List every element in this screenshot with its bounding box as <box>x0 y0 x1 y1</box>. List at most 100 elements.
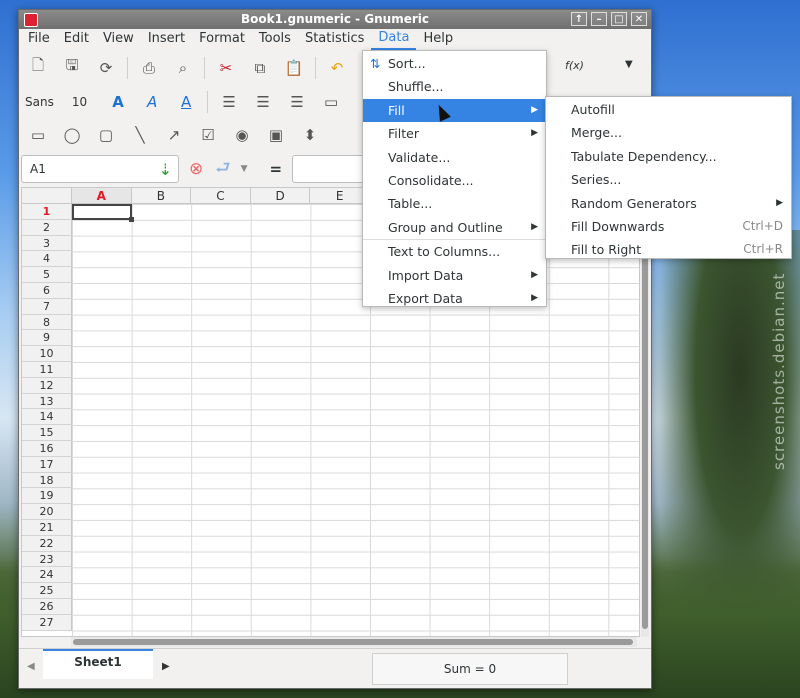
row-header[interactable]: 17 <box>22 456 72 473</box>
row-header[interactable]: 1 <box>22 204 72 220</box>
cancel-edit-icon[interactable]: ⊗ <box>189 159 203 179</box>
save-file-icon[interactable]: ⟳ <box>93 55 119 81</box>
row-header[interactable]: 14 <box>22 409 72 426</box>
row-header[interactable]: 26 <box>22 598 72 615</box>
menu-help[interactable]: Help <box>416 29 460 49</box>
open-file-icon[interactable]: 🖫 <box>59 55 85 81</box>
row-header[interactable]: 19 <box>22 488 72 505</box>
menu-item-filter[interactable]: Filter ▶ <box>363 122 546 145</box>
button-widget-icon[interactable]: ▣ <box>263 122 289 148</box>
menu-item-export-data[interactable]: Export Data ▶ <box>363 287 546 310</box>
column-header[interactable]: A <box>72 188 132 204</box>
row-header[interactable]: 15 <box>22 425 72 441</box>
menu-item-merge[interactable]: Merge... <box>546 121 791 144</box>
maximize-button[interactable]: □ <box>611 12 627 26</box>
keep-above-button[interactable]: ↑ <box>571 12 587 26</box>
row-header[interactable]: 24 <box>22 567 72 584</box>
menu-data[interactable]: Data <box>371 28 417 50</box>
toolbar-overflow-icon[interactable]: ▼ <box>625 59 633 70</box>
row-header[interactable]: 25 <box>22 583 72 599</box>
minimize-button[interactable]: – <box>591 12 607 26</box>
row-header[interactable]: 12 <box>22 377 72 394</box>
horizontal-scroll-thumb[interactable] <box>73 639 633 645</box>
cut-icon[interactable]: ✂ <box>213 55 239 81</box>
menu-edit[interactable]: Edit <box>57 29 96 49</box>
menu-tools[interactable]: Tools <box>252 29 298 49</box>
row-header[interactable]: 21 <box>22 519 72 536</box>
align-center-icon[interactable]: ☰ <box>250 89 276 115</box>
menu-item-autofill[interactable]: Autofill <box>546 98 791 121</box>
paste-icon[interactable]: 📋 <box>281 55 307 81</box>
column-header[interactable]: D <box>250 188 311 204</box>
row-header[interactable]: 18 <box>22 472 72 489</box>
row-header[interactable]: 22 <box>22 535 72 552</box>
row-header[interactable]: 13 <box>22 393 72 410</box>
row-header[interactable]: 4 <box>22 251 72 268</box>
equals-button[interactable]: = <box>269 160 282 178</box>
column-header[interactable]: C <box>191 188 251 204</box>
menu-item-shuffle[interactable]: Shuffle... <box>363 75 546 98</box>
merge-cells-icon[interactable]: ▭ <box>318 89 344 115</box>
radio-widget-icon[interactable]: ◉ <box>229 122 255 148</box>
menu-item-series[interactable]: Series... <box>546 168 791 191</box>
function-wizard-button[interactable]: f(x) <box>565 59 584 72</box>
frame-icon[interactable]: ▢ <box>93 122 119 148</box>
title-bar[interactable]: Book1.gnumeric - Gnumeric ↑ – □ ✕ <box>19 10 651 29</box>
row-header[interactable]: 2 <box>22 219 72 236</box>
menu-item-sort[interactable]: ⇅ Sort... <box>363 52 546 75</box>
spinner-widget-icon[interactable]: ⬍ <box>297 122 323 148</box>
menu-item-fill[interactable]: Fill ▶ <box>363 98 546 123</box>
font-size-selector[interactable]: 10 <box>72 95 87 109</box>
menu-item-text-to-columns[interactable]: Text to Columns... <box>363 240 546 263</box>
row-header[interactable]: 20 <box>22 504 72 520</box>
new-file-icon[interactable]: 🗋 <box>25 55 51 81</box>
rectangle-icon[interactable]: ▭ <box>25 122 51 148</box>
menu-insert[interactable]: Insert <box>141 29 192 49</box>
align-right-icon[interactable]: ☰ <box>284 89 310 115</box>
row-header[interactable]: 8 <box>22 314 72 331</box>
column-header[interactable]: B <box>131 188 192 204</box>
bold-icon[interactable]: A <box>105 89 131 115</box>
sheet-tab-sheet1[interactable]: Sheet1 <box>43 649 153 679</box>
row-header[interactable]: 23 <box>22 551 72 568</box>
arrow-icon[interactable]: ↗ <box>161 122 187 148</box>
accept-icon[interactable]: ⇣ <box>159 160 172 179</box>
menu-item-consolidate[interactable]: Consolidate... <box>363 169 546 192</box>
align-left-icon[interactable]: ☰ <box>216 89 242 115</box>
line-icon[interactable]: ╲ <box>127 122 153 148</box>
checkbox-widget-icon[interactable]: ☑ <box>195 122 221 148</box>
cell-area[interactable] <box>72 204 639 636</box>
row-header[interactable]: 5 <box>22 267 72 283</box>
copy-icon[interactable]: ⧉ <box>247 55 273 81</box>
prev-sheet-icon[interactable]: ◀ <box>27 661 35 672</box>
row-header[interactable]: 9 <box>22 330 72 347</box>
print-preview-icon[interactable]: ⌕ <box>170 55 196 81</box>
menu-item-random-generators[interactable]: Random Generators ▶ <box>546 192 791 215</box>
row-header[interactable]: 6 <box>22 282 72 299</box>
menu-view[interactable]: View <box>96 29 141 49</box>
next-sheet-icon[interactable]: ▶ <box>162 661 170 672</box>
menu-item-fill-downwards[interactable]: Fill Downwards Ctrl+D <box>546 215 791 238</box>
menu-format[interactable]: Format <box>192 29 252 49</box>
row-header[interactable]: 16 <box>22 440 72 457</box>
print-icon[interactable]: ⎙ <box>136 55 162 81</box>
menu-item-table[interactable]: Table... <box>363 192 546 215</box>
enter-edit-icon[interactable]: ⮐ <box>215 155 230 184</box>
edit-dropdown-icon[interactable]: ▼ <box>241 164 248 174</box>
row-header[interactable]: 7 <box>22 298 72 315</box>
italic-icon[interactable]: A <box>139 89 165 115</box>
font-name-selector[interactable]: Sans <box>25 95 54 109</box>
row-header[interactable]: 10 <box>22 346 72 362</box>
cell-name-box[interactable]: A1 ⇣ <box>21 155 179 183</box>
menu-item-group-outline[interactable]: Group and Outline ▶ <box>363 216 546 239</box>
undo-icon[interactable]: ↶ <box>324 55 350 81</box>
menu-item-tabulate-dependency[interactable]: Tabulate Dependency... <box>546 145 791 168</box>
menu-item-import-data[interactable]: Import Data ▶ <box>363 264 546 287</box>
close-button[interactable]: ✕ <box>631 12 647 26</box>
horizontal-scrollbar[interactable] <box>71 637 637 647</box>
menu-statistics[interactable]: Statistics <box>298 29 371 49</box>
row-header[interactable]: 11 <box>22 361 72 378</box>
select-all-corner[interactable] <box>22 188 72 204</box>
row-header[interactable]: 27 <box>22 614 72 631</box>
ellipse-icon[interactable]: ◯ <box>59 122 85 148</box>
